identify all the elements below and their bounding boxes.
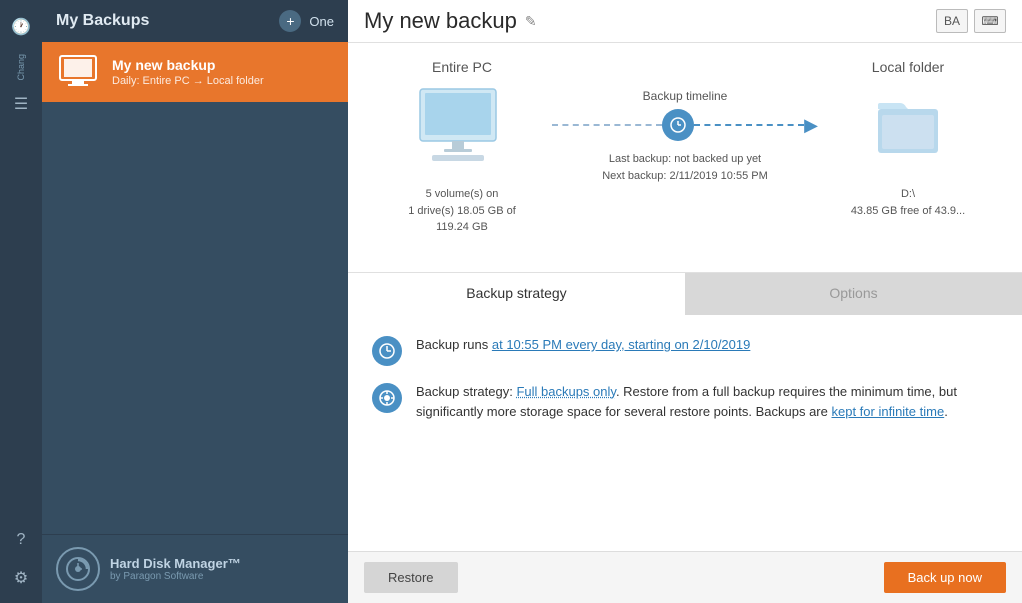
source-info: 5 volume(s) on 1 drive(s) 18.05 GB of 11… (408, 186, 516, 236)
clock-icon (662, 109, 694, 141)
avatar-icon: BA (944, 14, 960, 28)
title-area: My new backup ✎ (364, 8, 537, 34)
arrow-line: ▶ (552, 109, 818, 141)
full-backup-link[interactable]: Full backups only (516, 384, 615, 399)
next-backup-text: Next backup: 2/11/2019 10:55 PM (602, 168, 768, 185)
help-icon-btn[interactable]: ? (6, 525, 36, 555)
tab-options[interactable]: Options (685, 273, 1022, 315)
settings-icon: ⚙ (14, 568, 28, 588)
backup-name: My new backup (112, 57, 334, 73)
settings-icon-btn[interactable]: ⚙ (6, 563, 36, 593)
folder-icon (868, 85, 948, 170)
backup-desc: Daily: Entire PC → Local folder (112, 75, 334, 87)
pc-icon (412, 85, 512, 170)
avatar-btn[interactable]: BA (936, 9, 968, 33)
diagram-dest: Local folder D:\ 43.85 GB free of 43.9..… (818, 59, 998, 219)
schedule-item: Backup runs at 10:55 PM every day, start… (372, 335, 998, 366)
top-bar: My new backup ✎ BA ⌨ (348, 0, 1022, 43)
icon-bar: 🕐 Chang ☰ ? ⚙ (0, 0, 42, 603)
tab-one-label: One (309, 14, 334, 29)
app-logo (56, 547, 100, 591)
arrow-tip: ▶ (804, 116, 818, 134)
dashed-line-right (694, 124, 804, 126)
backup-item-pc-icon (56, 54, 100, 90)
add-backup-button[interactable]: + (279, 10, 301, 32)
bottom-bar: Restore Back up now (348, 551, 1022, 603)
edit-icon[interactable]: ✎ (525, 13, 537, 30)
strategy-type-icon (372, 383, 402, 413)
keyboard-btn[interactable]: ⌨ (974, 9, 1006, 33)
backup-now-button[interactable]: Back up now (884, 562, 1006, 593)
plus-icon: + (286, 13, 294, 29)
strategy-content: Backup runs at 10:55 PM every day, start… (348, 315, 1022, 551)
sidebar-title: My Backups (56, 12, 149, 30)
list-icon: ☰ (14, 94, 28, 114)
schedule-text: Backup runs at 10:55 PM every day, start… (416, 335, 998, 355)
source-label: Entire PC (432, 59, 492, 75)
retention-link[interactable]: kept for infinite time (831, 404, 944, 419)
history-icon-btn[interactable]: 🕐 (6, 12, 36, 42)
main-content: My new backup ✎ BA ⌨ Entire PC (348, 0, 1022, 603)
backup-list-item[interactable]: My new backup Daily: Entire PC → Local f… (42, 42, 348, 102)
strategy-item: Backup strategy: Full backups only. Rest… (372, 382, 998, 421)
diagram-source: Entire PC 5 volume(s) on 1 drive(s) 18.0… (372, 59, 552, 236)
schedule-link[interactable]: at 10:55 PM every day, starting on 2/10/… (492, 337, 750, 352)
main-sidebar: My Backups + One My new backup Daily: En… (42, 0, 348, 603)
strategy-description: Backup strategy: Full backups only. Rest… (416, 382, 998, 421)
app-info: Hard Disk Manager™ by Paragon Software (110, 556, 241, 582)
sidebar-footer: Hard Disk Manager™ by Paragon Software (42, 534, 348, 603)
diagram-area: Entire PC 5 volume(s) on 1 drive(s) 18.0… (348, 43, 1022, 273)
last-backup-text: Last backup: not backed up yet (602, 151, 768, 168)
app-by: by Paragon Software (110, 571, 241, 582)
diagram-timeline: Backup timeline ▶ Last backup: not backe… (552, 59, 818, 184)
timeline-label: Backup timeline (643, 89, 728, 103)
main-title: My new backup (364, 8, 517, 34)
help-icon: ? (17, 531, 26, 549)
app-name: Hard Disk Manager™ (110, 556, 241, 571)
sidebar-header-actions: + One (279, 10, 334, 32)
list-icon-btn[interactable]: ☰ (6, 89, 36, 119)
dashed-line-left (552, 124, 662, 126)
sidebar-chang-label: Chang (16, 54, 26, 81)
backup-item-text: My new backup Daily: Entire PC → Local f… (112, 57, 334, 87)
top-bar-actions: BA ⌨ (936, 9, 1006, 33)
keyboard-icon: ⌨ (981, 14, 998, 28)
history-icon: 🕐 (11, 17, 31, 37)
tabs-bar: Backup strategy Options (348, 273, 1022, 315)
sidebar-header: My Backups + One (42, 0, 348, 42)
dest-label: Local folder (872, 59, 944, 75)
schedule-icon (372, 336, 402, 366)
dest-info: D:\ 43.85 GB free of 43.9... (851, 186, 965, 219)
tab-strategy[interactable]: Backup strategy (348, 273, 685, 315)
restore-button[interactable]: Restore (364, 562, 458, 593)
backup-time-info: Last backup: not backed up yet Next back… (602, 151, 768, 184)
